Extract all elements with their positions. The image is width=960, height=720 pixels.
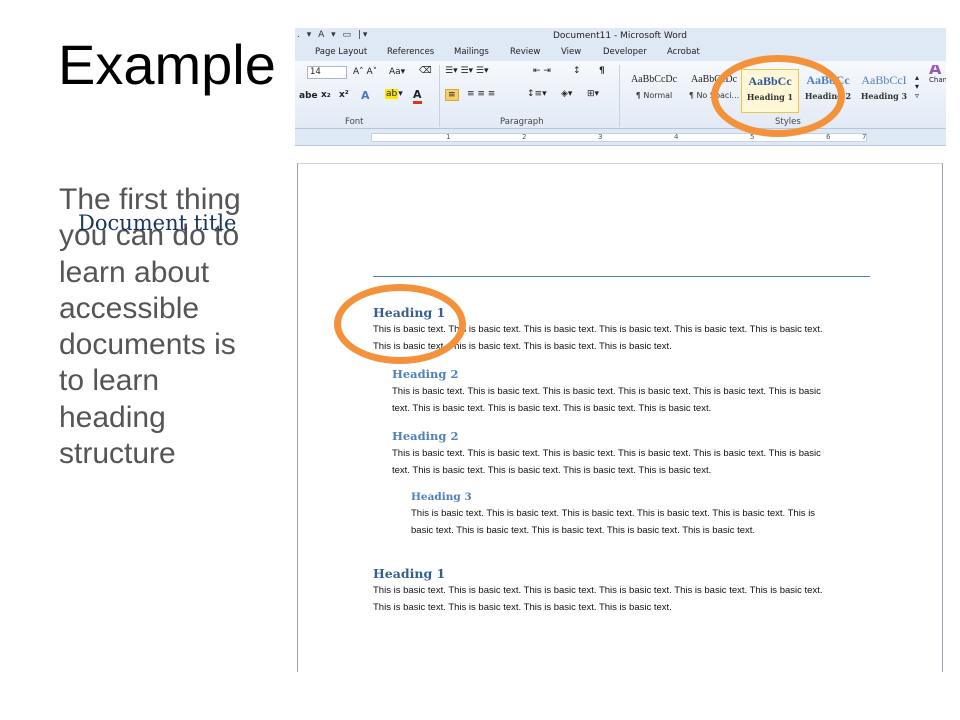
window-title: Document11 - Microsoft Word xyxy=(553,31,687,41)
sort-icon[interactable]: ↕ xyxy=(573,66,581,76)
ribbon-tabs: Page Layout References Mailings Review V… xyxy=(295,45,946,61)
tab-developer[interactable]: Developer xyxy=(603,47,647,57)
doc-paragraph: This is basic text. This is basic text. … xyxy=(373,585,823,596)
style-heading-3[interactable]: AaBbCcI Heading 3 xyxy=(855,69,913,113)
ruler[interactable]: 1 2 3 4 5 6 7 xyxy=(295,129,946,146)
strikethrough-icon[interactable]: abe xyxy=(299,91,318,101)
highlight-circle-styles xyxy=(711,55,845,137)
indent-icon[interactable]: ⇤ ⇥ xyxy=(533,66,551,76)
align-center-icon[interactable]: ≡ ≡ ≡ xyxy=(467,89,495,99)
align-left-icon[interactable]: ≡ xyxy=(445,89,459,101)
text-effects-icon[interactable]: A xyxy=(361,89,370,102)
pilcrow-icon[interactable]: ¶ xyxy=(599,66,605,76)
doc-paragraph: text. This is basic text. This is basic … xyxy=(392,465,712,476)
font-size-select[interactable]: 14 xyxy=(307,66,347,79)
tab-view[interactable]: View xyxy=(561,47,581,57)
change-case-icon[interactable]: Aa▾ xyxy=(389,67,405,77)
doc-paragraph: This is basic text. This is basic text. … xyxy=(411,508,816,519)
tab-references[interactable]: References xyxy=(387,47,434,57)
doc-heading-2: Heading 2 xyxy=(392,367,459,381)
grow-font-icon[interactable]: A˄ A˅ xyxy=(353,67,377,77)
superscript-icon[interactable]: x² xyxy=(339,90,349,100)
shading-icon[interactable]: ◈▾ xyxy=(561,89,572,99)
doc-paragraph: basic text. This is basic text. This is … xyxy=(411,525,756,536)
slide-title: Example xyxy=(58,33,276,96)
tab-page-layout[interactable]: Page Layout xyxy=(315,47,367,57)
clear-format-icon[interactable]: ⌫ xyxy=(419,66,432,76)
doc-heading-1: Heading 1 xyxy=(373,566,446,581)
subscript-icon[interactable]: x₂ xyxy=(321,90,331,100)
document-title: Document title xyxy=(78,211,237,235)
doc-paragraph: This is basic text. This is basic text. … xyxy=(373,602,672,613)
font-group-label: Font xyxy=(345,117,364,127)
ribbon: 14 A˄ A˅ Aa▾ ⌫ abe x₂ x² A ab▾ A Font ☰▾… xyxy=(295,61,946,129)
quick-access-toolbar[interactable]: . ▾ A ▾ ▭ |▾ xyxy=(297,30,369,40)
highlight-circle-heading xyxy=(334,284,466,364)
font-color-icon[interactable]: A xyxy=(413,88,422,104)
highlight-icon[interactable]: ab▾ xyxy=(385,89,403,99)
paragraph-group-label: Paragraph xyxy=(500,117,544,127)
borders-icon[interactable]: ⊞▾ xyxy=(587,89,599,99)
doc-heading-2: Heading 2 xyxy=(392,429,459,443)
bullets-icon[interactable]: ☰▾ ☰▾ ☰▾ xyxy=(445,66,488,76)
style-normal[interactable]: AaBbCcDc ¶ Normal xyxy=(625,69,683,113)
title-bar: . ▾ A ▾ ▭ |▾ Document11 - Microsoft Word xyxy=(295,28,946,45)
styles-scroll-icon[interactable]: ▴ ▾ ▿ xyxy=(915,73,919,100)
tab-acrobat[interactable]: Acrobat xyxy=(667,47,700,57)
doc-paragraph: This is basic text. This is basic text. … xyxy=(392,448,821,459)
line-spacing-icon[interactable]: ↕≡▾ xyxy=(527,89,547,99)
doc-paragraph: text. This is basic text. This is basic … xyxy=(392,403,712,414)
title-divider xyxy=(373,276,870,277)
change-styles-button[interactable]: AChange Styles xyxy=(929,65,946,84)
doc-heading-3: Heading 3 xyxy=(411,491,472,503)
tab-review[interactable]: Review xyxy=(510,47,540,57)
tab-mailings[interactable]: Mailings xyxy=(454,47,489,57)
doc-paragraph: This is basic text. This is basic text. … xyxy=(392,386,821,397)
